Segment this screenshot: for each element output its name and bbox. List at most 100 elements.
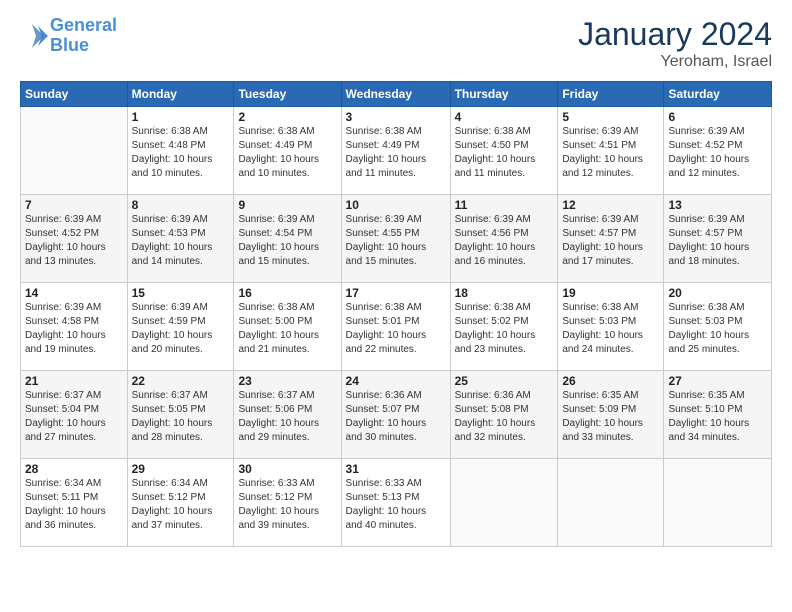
calendar-cell: 31Sunrise: 6:33 AM Sunset: 5:13 PM Dayli… xyxy=(341,459,450,547)
day-number: 17 xyxy=(346,286,446,300)
calendar-cell: 26Sunrise: 6:35 AM Sunset: 5:09 PM Dayli… xyxy=(558,371,664,459)
calendar-cell: 16Sunrise: 6:38 AM Sunset: 5:00 PM Dayli… xyxy=(234,283,341,371)
logo-general: General xyxy=(50,15,117,35)
day-number: 28 xyxy=(25,462,123,476)
day-info: Sunrise: 6:39 AM Sunset: 4:58 PM Dayligh… xyxy=(25,301,123,357)
day-number: 30 xyxy=(238,462,336,476)
calendar-cell: 10Sunrise: 6:39 AM Sunset: 4:55 PM Dayli… xyxy=(341,195,450,283)
location-title: Yeroham, Israel xyxy=(578,53,772,71)
calendar-cell: 4Sunrise: 6:38 AM Sunset: 4:50 PM Daylig… xyxy=(450,107,558,195)
day-info: Sunrise: 6:39 AM Sunset: 4:59 PM Dayligh… xyxy=(132,301,230,357)
calendar-table: SundayMondayTuesdayWednesdayThursdayFrid… xyxy=(20,81,772,547)
day-number: 4 xyxy=(455,110,554,124)
calendar-cell: 2Sunrise: 6:38 AM Sunset: 4:49 PM Daylig… xyxy=(234,107,341,195)
calendar-header-sunday: Sunday xyxy=(21,82,128,107)
day-info: Sunrise: 6:39 AM Sunset: 4:52 PM Dayligh… xyxy=(668,125,767,181)
calendar-cell xyxy=(664,459,772,547)
logo-blue: Blue xyxy=(50,35,89,55)
day-number: 25 xyxy=(455,374,554,388)
calendar-cell: 15Sunrise: 6:39 AM Sunset: 4:59 PM Dayli… xyxy=(127,283,234,371)
calendar-cell: 12Sunrise: 6:39 AM Sunset: 4:57 PM Dayli… xyxy=(558,195,664,283)
calendar-week-1: 1Sunrise: 6:38 AM Sunset: 4:48 PM Daylig… xyxy=(21,107,772,195)
calendar-cell: 13Sunrise: 6:39 AM Sunset: 4:57 PM Dayli… xyxy=(664,195,772,283)
calendar-cell: 30Sunrise: 6:33 AM Sunset: 5:12 PM Dayli… xyxy=(234,459,341,547)
day-info: Sunrise: 6:36 AM Sunset: 5:08 PM Dayligh… xyxy=(455,389,554,445)
logo-text: General Blue xyxy=(50,16,117,56)
day-info: Sunrise: 6:38 AM Sunset: 5:02 PM Dayligh… xyxy=(455,301,554,357)
calendar-cell: 24Sunrise: 6:36 AM Sunset: 5:07 PM Dayli… xyxy=(341,371,450,459)
day-number: 7 xyxy=(25,198,123,212)
day-info: Sunrise: 6:38 AM Sunset: 5:03 PM Dayligh… xyxy=(562,301,659,357)
day-number: 9 xyxy=(238,198,336,212)
day-info: Sunrise: 6:38 AM Sunset: 5:03 PM Dayligh… xyxy=(668,301,767,357)
day-info: Sunrise: 6:38 AM Sunset: 4:48 PM Dayligh… xyxy=(132,125,230,181)
calendar-header-row: SundayMondayTuesdayWednesdayThursdayFrid… xyxy=(21,82,772,107)
day-number: 5 xyxy=(562,110,659,124)
calendar-week-3: 14Sunrise: 6:39 AM Sunset: 4:58 PM Dayli… xyxy=(21,283,772,371)
calendar-cell: 5Sunrise: 6:39 AM Sunset: 4:51 PM Daylig… xyxy=(558,107,664,195)
month-title: January 2024 xyxy=(578,16,772,53)
day-number: 18 xyxy=(455,286,554,300)
day-info: Sunrise: 6:35 AM Sunset: 5:10 PM Dayligh… xyxy=(668,389,767,445)
day-info: Sunrise: 6:39 AM Sunset: 4:56 PM Dayligh… xyxy=(455,213,554,269)
day-info: Sunrise: 6:39 AM Sunset: 4:53 PM Dayligh… xyxy=(132,213,230,269)
calendar-cell: 7Sunrise: 6:39 AM Sunset: 4:52 PM Daylig… xyxy=(21,195,128,283)
calendar-cell: 23Sunrise: 6:37 AM Sunset: 5:06 PM Dayli… xyxy=(234,371,341,459)
day-number: 31 xyxy=(346,462,446,476)
day-number: 2 xyxy=(238,110,336,124)
calendar-week-4: 21Sunrise: 6:37 AM Sunset: 5:04 PM Dayli… xyxy=(21,371,772,459)
day-info: Sunrise: 6:37 AM Sunset: 5:04 PM Dayligh… xyxy=(25,389,123,445)
day-info: Sunrise: 6:38 AM Sunset: 4:49 PM Dayligh… xyxy=(238,125,336,181)
day-number: 29 xyxy=(132,462,230,476)
day-number: 3 xyxy=(346,110,446,124)
day-info: Sunrise: 6:39 AM Sunset: 4:51 PM Dayligh… xyxy=(562,125,659,181)
calendar-cell: 3Sunrise: 6:38 AM Sunset: 4:49 PM Daylig… xyxy=(341,107,450,195)
day-number: 21 xyxy=(25,374,123,388)
calendar-cell: 21Sunrise: 6:37 AM Sunset: 5:04 PM Dayli… xyxy=(21,371,128,459)
day-info: Sunrise: 6:37 AM Sunset: 5:06 PM Dayligh… xyxy=(238,389,336,445)
day-number: 22 xyxy=(132,374,230,388)
day-info: Sunrise: 6:38 AM Sunset: 4:50 PM Dayligh… xyxy=(455,125,554,181)
calendar-cell: 27Sunrise: 6:35 AM Sunset: 5:10 PM Dayli… xyxy=(664,371,772,459)
calendar-cell: 22Sunrise: 6:37 AM Sunset: 5:05 PM Dayli… xyxy=(127,371,234,459)
day-info: Sunrise: 6:34 AM Sunset: 5:11 PM Dayligh… xyxy=(25,477,123,533)
day-info: Sunrise: 6:33 AM Sunset: 5:13 PM Dayligh… xyxy=(346,477,446,533)
day-number: 15 xyxy=(132,286,230,300)
day-info: Sunrise: 6:38 AM Sunset: 5:00 PM Dayligh… xyxy=(238,301,336,357)
day-number: 13 xyxy=(668,198,767,212)
calendar-header-saturday: Saturday xyxy=(664,82,772,107)
day-info: Sunrise: 6:39 AM Sunset: 4:54 PM Dayligh… xyxy=(238,213,336,269)
calendar-cell xyxy=(450,459,558,547)
calendar-cell: 19Sunrise: 6:38 AM Sunset: 5:03 PM Dayli… xyxy=(558,283,664,371)
day-number: 10 xyxy=(346,198,446,212)
calendar-cell: 1Sunrise: 6:38 AM Sunset: 4:48 PM Daylig… xyxy=(127,107,234,195)
day-info: Sunrise: 6:39 AM Sunset: 4:55 PM Dayligh… xyxy=(346,213,446,269)
day-info: Sunrise: 6:35 AM Sunset: 5:09 PM Dayligh… xyxy=(562,389,659,445)
day-number: 1 xyxy=(132,110,230,124)
day-number: 14 xyxy=(25,286,123,300)
page: General Blue January 2024 Yeroham, Israe… xyxy=(0,0,792,563)
day-number: 27 xyxy=(668,374,767,388)
day-number: 6 xyxy=(668,110,767,124)
calendar-week-2: 7Sunrise: 6:39 AM Sunset: 4:52 PM Daylig… xyxy=(21,195,772,283)
calendar-cell: 14Sunrise: 6:39 AM Sunset: 4:58 PM Dayli… xyxy=(21,283,128,371)
day-info: Sunrise: 6:37 AM Sunset: 5:05 PM Dayligh… xyxy=(132,389,230,445)
day-number: 11 xyxy=(455,198,554,212)
day-info: Sunrise: 6:36 AM Sunset: 5:07 PM Dayligh… xyxy=(346,389,446,445)
day-number: 24 xyxy=(346,374,446,388)
day-info: Sunrise: 6:39 AM Sunset: 4:57 PM Dayligh… xyxy=(562,213,659,269)
day-info: Sunrise: 6:34 AM Sunset: 5:12 PM Dayligh… xyxy=(132,477,230,533)
calendar-cell: 8Sunrise: 6:39 AM Sunset: 4:53 PM Daylig… xyxy=(127,195,234,283)
day-info: Sunrise: 6:38 AM Sunset: 5:01 PM Dayligh… xyxy=(346,301,446,357)
calendar-cell: 25Sunrise: 6:36 AM Sunset: 5:08 PM Dayli… xyxy=(450,371,558,459)
calendar-cell: 18Sunrise: 6:38 AM Sunset: 5:02 PM Dayli… xyxy=(450,283,558,371)
day-number: 26 xyxy=(562,374,659,388)
calendar-header-monday: Monday xyxy=(127,82,234,107)
day-number: 8 xyxy=(132,198,230,212)
calendar-cell: 11Sunrise: 6:39 AM Sunset: 4:56 PM Dayli… xyxy=(450,195,558,283)
header: General Blue January 2024 Yeroham, Israe… xyxy=(20,16,772,71)
calendar-cell xyxy=(558,459,664,547)
calendar-header-friday: Friday xyxy=(558,82,664,107)
day-number: 20 xyxy=(668,286,767,300)
day-number: 12 xyxy=(562,198,659,212)
